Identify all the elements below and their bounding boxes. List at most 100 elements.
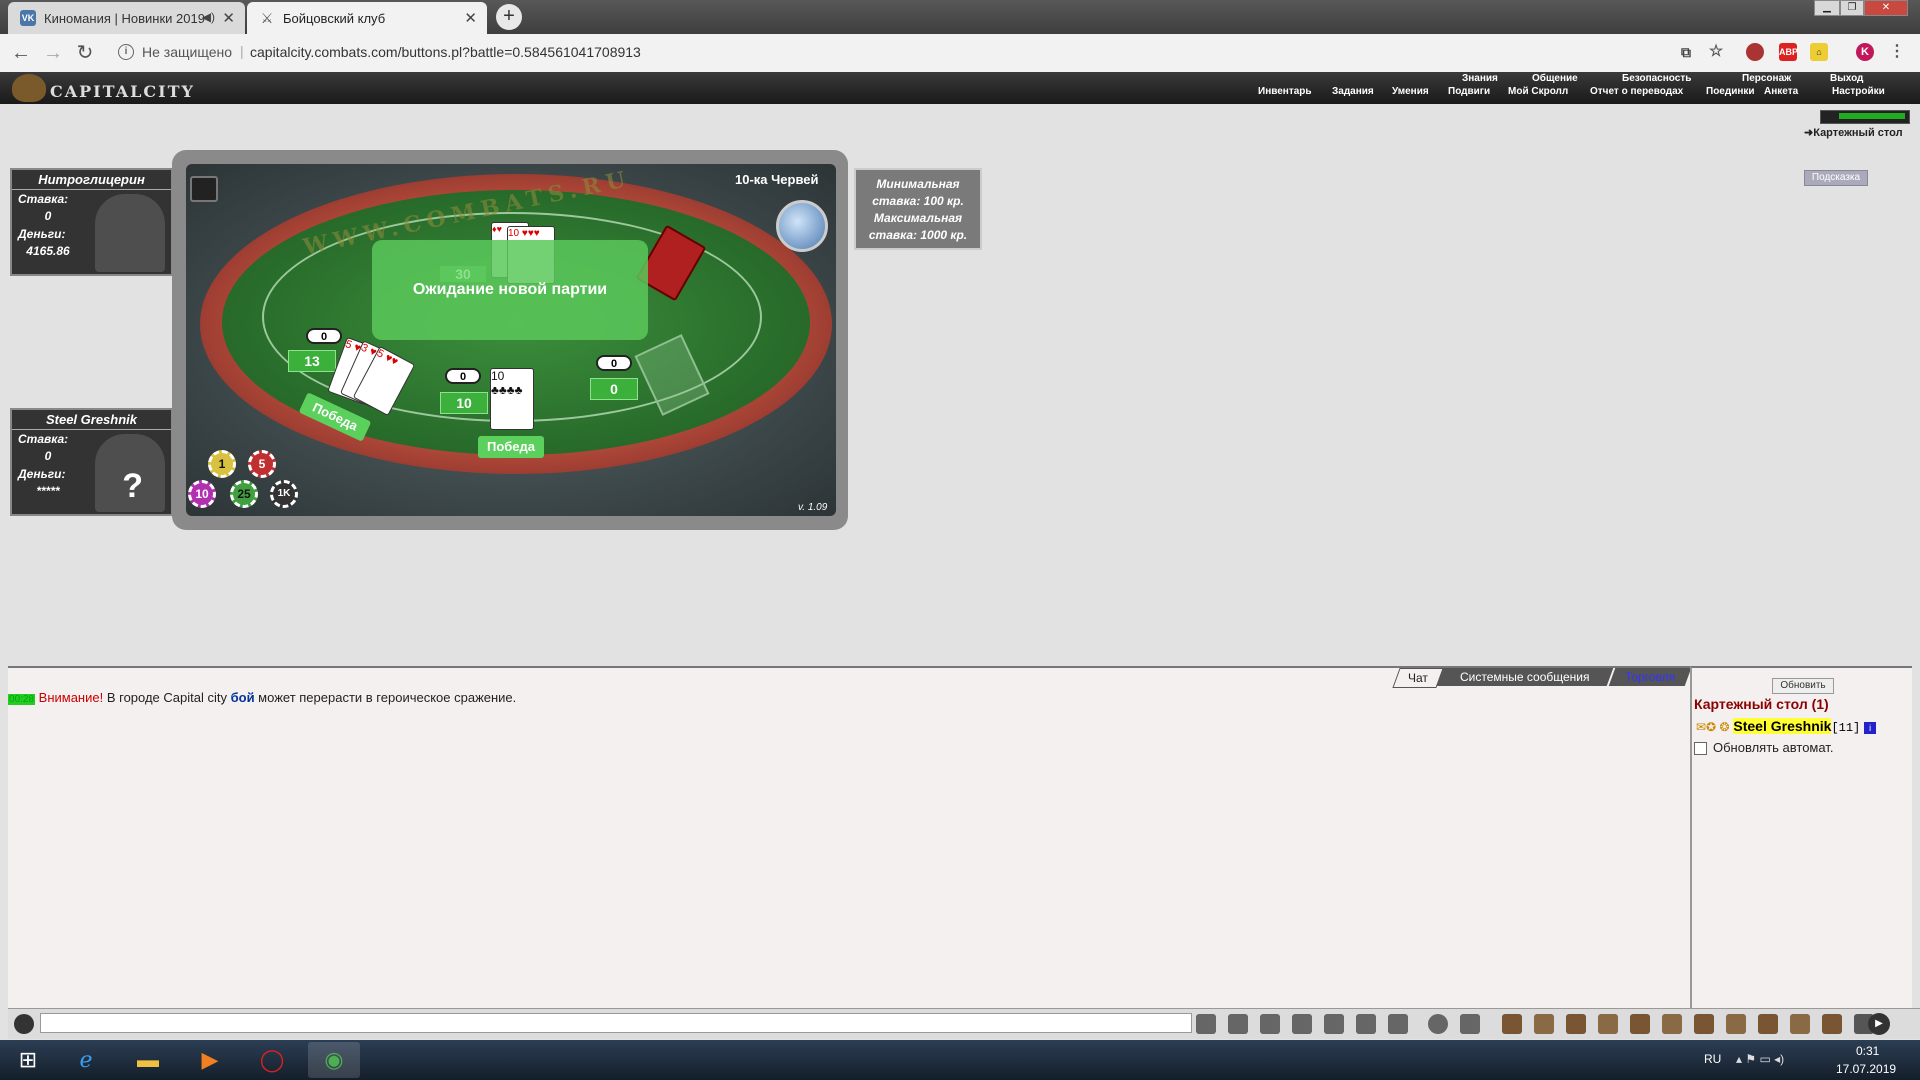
extension-icon[interactable]: ⧉ [1677, 43, 1695, 61]
timer-icon [776, 200, 828, 252]
translate-icon[interactable] [1460, 1014, 1480, 1034]
chat-settings-icon[interactable] [14, 1014, 34, 1034]
explorer-icon[interactable]: ▬ [122, 1042, 174, 1078]
crest-icon [12, 74, 46, 102]
close-window-button[interactable]: ✕ [1864, 0, 1908, 16]
chat-panel: Чат Системные сообщения Торговля 00:28 В… [8, 666, 1692, 1010]
fight-icon[interactable] [1324, 1014, 1344, 1034]
max-stake-value: ставка: 1000 кр. [868, 228, 968, 242]
chat-input[interactable] [40, 1013, 1192, 1033]
chip-10[interactable]: 10 [188, 480, 216, 508]
opera-icon[interactable]: ◯ [246, 1042, 298, 1078]
extension-yellow-icon[interactable]: ⌂ [1810, 43, 1828, 61]
info-icon[interactable]: i [118, 44, 134, 60]
security-status: Не защищено [142, 44, 232, 60]
close-tab-icon[interactable]: ✕ [464, 9, 477, 27]
chip-1[interactable]: 1 [208, 450, 236, 478]
unknown-player-mark: ? [122, 467, 143, 505]
chat-bubble-icon[interactable] [1790, 1014, 1810, 1034]
play-icon[interactable]: ▶ [1868, 1013, 1890, 1035]
character-icon[interactable] [1566, 1014, 1586, 1034]
star-icon[interactable]: ☆ [1707, 43, 1725, 61]
back-icon[interactable]: ← [10, 42, 32, 64]
chrome-icon[interactable]: ◉ [308, 1042, 360, 1078]
send-icon[interactable] [1196, 1014, 1216, 1034]
health-fill [1839, 113, 1905, 119]
menu-icon[interactable]: ⋮ [1888, 43, 1906, 61]
mail-icon[interactable] [1726, 1014, 1746, 1034]
speaker-icon[interactable]: ◀) [202, 10, 215, 24]
start-button[interactable]: ⊞ [2, 1042, 54, 1078]
maximize-button[interactable]: ❐ [1840, 0, 1864, 16]
tab-kinomania[interactable]: VK Киномания | Новинки 2019 ◀) ✕ [8, 2, 245, 34]
submenu-skills[interactable]: Умения [1392, 86, 1429, 97]
tab-trade[interactable]: Торговля [1608, 668, 1692, 686]
submenu-inventory[interactable]: Инвентарь [1258, 86, 1312, 97]
submenu-settings[interactable]: Настройки [1832, 86, 1885, 97]
clan-icon[interactable] [1662, 1014, 1682, 1034]
menu-character[interactable]: Персонаж [1742, 73, 1791, 84]
vk-icon: VK [20, 10, 36, 26]
hint-button[interactable]: Подсказка [1804, 170, 1868, 186]
menu-knowledge[interactable]: Знания [1462, 73, 1498, 84]
tray-icons[interactable]: ▴ ⚑ ▭ ◂) [1736, 1052, 1784, 1066]
message-text: может перерасти в героическое сражение. [254, 690, 517, 705]
scroll-icon[interactable] [1630, 1014, 1650, 1034]
menu-communication[interactable]: Общение [1532, 73, 1578, 84]
url-field[interactable]: i Не защищено | capitalcity.combats.com/… [110, 39, 1710, 67]
message-text: В городе Capital city [103, 690, 231, 705]
friends-icon[interactable] [1758, 1014, 1778, 1034]
capitalcity-logo[interactable]: CAPITALCITY [50, 82, 195, 101]
info-icon[interactable]: i [1864, 722, 1877, 734]
inventory-icon[interactable] [1534, 1014, 1554, 1034]
submenu-transfer-report[interactable]: Отчет о переводах [1590, 86, 1683, 97]
submenu-my-scroll[interactable]: Мой Скролл [1508, 86, 1568, 97]
adblock-icon[interactable]: ABP [1779, 43, 1798, 61]
minimize-button[interactable]: ▁ [1814, 0, 1840, 16]
map-icon[interactable] [1598, 1014, 1618, 1034]
submenu-profile[interactable]: Анкета [1764, 86, 1798, 97]
user-name[interactable]: Steel Greshnik [1733, 718, 1832, 734]
chip-5[interactable]: 5 [248, 450, 276, 478]
hand-icon[interactable] [1388, 1014, 1408, 1034]
url-text: capitalcity.combats.com/buttons.pl?battl… [250, 44, 641, 60]
language-indicator[interactable]: RU [1704, 1052, 1721, 1066]
clock-date[interactable]: 17.07.2019 [1836, 1062, 1896, 1076]
media-player-icon[interactable]: ▶ [184, 1042, 236, 1078]
menu-exit[interactable]: Выход [1830, 73, 1863, 84]
version-label: v. 1.09 [798, 502, 828, 513]
user-level: [11] [1831, 721, 1861, 735]
eraser-icon[interactable] [1228, 1014, 1248, 1034]
tab-system-messages[interactable]: Системные сообщения [1436, 668, 1614, 686]
submenu-quests[interactable]: Задания [1332, 86, 1374, 97]
half-icon[interactable] [1356, 1014, 1376, 1034]
new-tab-button[interactable]: + [496, 4, 522, 30]
close-tab-icon[interactable]: ✕ [222, 9, 235, 27]
refresh-button[interactable]: Обновить [1772, 678, 1834, 694]
profile-avatar[interactable]: K [1856, 43, 1874, 61]
user-entry[interactable]: ✉✪ ❂ Steel Greshnik[11] i [1696, 718, 1877, 735]
trash-icon[interactable] [1822, 1014, 1842, 1034]
reload-icon[interactable]: ↻ [74, 42, 96, 64]
ie-icon[interactable]: ℯ [60, 1042, 112, 1078]
chip-1k[interactable]: 1K [270, 480, 298, 508]
submenu-feats[interactable]: Подвиги [1448, 86, 1490, 97]
save-icon[interactable] [1292, 1014, 1312, 1034]
tab-fight-club[interactable]: ⚔ Бойцовский клуб ✕ [247, 2, 487, 34]
chip-25[interactable]: 25 [230, 480, 258, 508]
clock-time[interactable]: 0:31 [1856, 1044, 1879, 1058]
plus-icon[interactable] [1694, 1014, 1714, 1034]
forward-icon[interactable]: → [42, 42, 64, 64]
auto-refresh-checkbox[interactable] [1694, 742, 1707, 756]
smile-icon[interactable] [1428, 1014, 1448, 1034]
menu-square-icon[interactable] [190, 176, 218, 202]
filter-icon[interactable] [1260, 1014, 1280, 1034]
status-text: Ожидание новой партии [412, 281, 608, 298]
submenu-battles[interactable]: Поединки [1706, 86, 1755, 97]
status-overlay: Ожидание новой партии [372, 240, 648, 340]
bell-icon[interactable] [1502, 1014, 1522, 1034]
room-panel: Обновить Картежный стол (1) ✉✪ ❂ Steel G… [1690, 666, 1912, 1010]
menu-security[interactable]: Безопасность [1622, 73, 1691, 84]
extension-red-icon[interactable] [1746, 43, 1764, 61]
stake-label: Ставка: [18, 432, 69, 446]
